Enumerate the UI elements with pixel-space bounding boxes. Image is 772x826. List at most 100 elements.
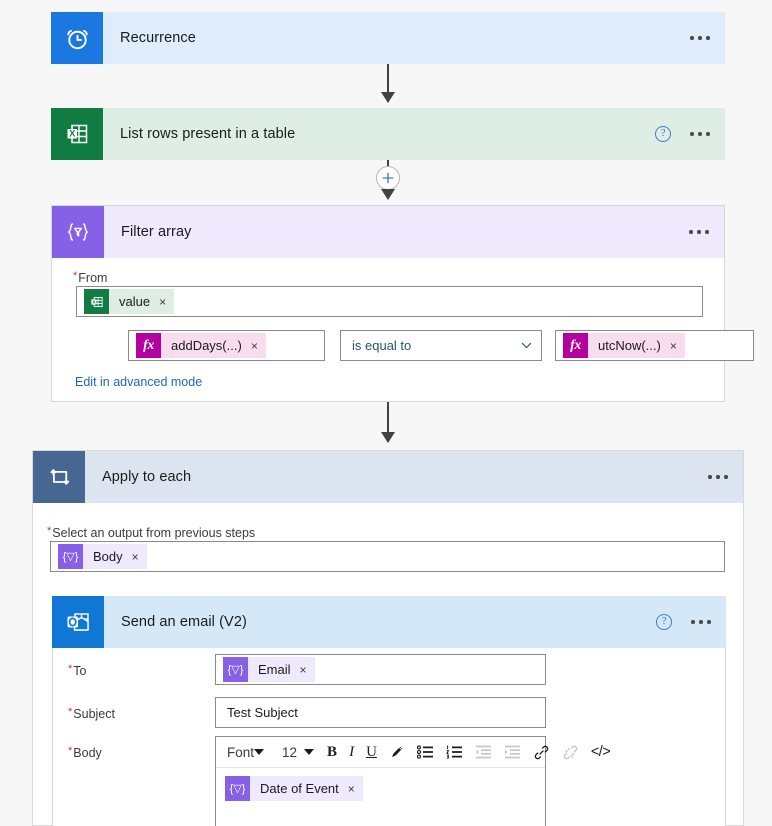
connector-arrow-1 [380,92,395,103]
token-email-label: Email [258,662,291,677]
token-date-of-event[interactable]: {▽} Date of Event × [225,776,363,801]
rich-text-toolbar: Font 12 B I U </> [216,737,611,768]
svg-text:X: X [69,128,75,138]
token-value[interactable]: X value × [84,289,175,314]
to-field-label: *To [68,663,87,678]
font-size-dropdown[interactable]: 12 [272,737,321,768]
chevron-down-icon [254,749,265,755]
insert-step-button[interactable] [376,166,400,190]
connector-arrow-2 [380,189,395,200]
chevron-down-icon [521,342,532,349]
more-options-button-send-email[interactable] [689,614,713,630]
to-input[interactable]: {▽} Email × [215,654,546,685]
step-card-send-email[interactable]: Send an email (V2) ? *To {▽} Email × *Su… [52,596,726,826]
code-view-icon[interactable]: </> [585,737,616,768]
condition-right-input[interactable]: fx utcNow(...) × [555,330,754,361]
more-options-button-list-rows[interactable] [688,126,712,142]
card-actions-filter-array [687,206,711,258]
link-icon[interactable] [527,737,556,768]
token-value-label: value [119,294,151,309]
required-asterisk-body: * [68,745,73,757]
token-value-body: value × [109,289,175,314]
token-date-of-event-label: Date of Event [260,781,339,796]
card-title-send-email: Send an email (V2) [121,614,247,630]
alarm-clock-icon [51,12,103,64]
fx-icon: fx [136,333,161,358]
braces-icon: {▽} [58,544,83,569]
card-header-list-rows[interactable]: X List rows present in a table ? [51,108,725,160]
from-field-label: *From [73,270,108,285]
help-icon-send-email[interactable]: ? [656,614,673,630]
token-remove-icon[interactable]: × [132,550,139,564]
required-asterisk-subject: * [68,706,73,718]
flow-designer-canvas: Recurrence X List rows present in a tabl… [0,0,772,826]
card-header-recurrence[interactable]: Recurrence [51,12,725,64]
chevron-down-icon [304,749,315,755]
token-email[interactable]: {▽} Email × [223,657,315,682]
card-actions-recurrence [688,12,712,64]
italic-button[interactable]: I [343,737,360,768]
fx-icon: fx [563,333,588,358]
pen-icon[interactable] [383,737,411,768]
numbered-list-icon[interactable] [440,737,469,768]
body-editor-content[interactable]: {▽} Date of Event × [216,768,545,816]
indent-decrease-icon[interactable] [469,737,498,768]
bulleted-list-icon[interactable] [411,737,440,768]
condition-left-input[interactable]: fx addDays(...) × [128,330,325,361]
card-header-apply-to-each[interactable]: Apply to each [33,451,743,503]
card-actions-list-rows: ? [655,108,712,160]
token-adddays-body: addDays(...) × [161,333,266,358]
unlink-icon[interactable] [556,737,585,768]
token-remove-icon[interactable]: × [348,782,355,796]
body-rich-text-editor[interactable]: Font 12 B I U </> {▽} Date of Event × [215,736,611,826]
select-output-input[interactable]: {▽} Body × [50,541,725,572]
card-title-apply-to-each: Apply to each [102,469,192,485]
token-body[interactable]: {▽} Body × [58,544,147,569]
token-utcnow[interactable]: fx utcNow(...) × [563,333,685,358]
excel-icon: X [84,289,109,314]
card-title-list-rows: List rows present in a table [120,126,296,142]
token-remove-icon[interactable]: × [300,663,307,677]
filter-braces-icon [52,206,104,258]
edit-advanced-mode-link[interactable]: Edit in advanced mode [75,375,202,389]
bold-button[interactable]: B [321,737,343,768]
help-icon-list-rows[interactable]: ? [655,126,672,142]
loop-icon [33,451,85,503]
from-input[interactable]: X value × [76,286,703,317]
card-actions-send-email: ? [656,596,713,648]
plus-icon [382,172,394,184]
braces-icon: {▽} [223,657,248,682]
condition-operator-dropdown[interactable]: is equal to [340,330,542,361]
token-remove-icon[interactable]: × [670,339,677,353]
token-utcnow-body: utcNow(...) × [588,333,685,358]
token-remove-icon[interactable]: × [251,339,258,353]
token-body-label-wrap: Body × [83,544,147,569]
indent-increase-icon[interactable] [498,737,527,768]
more-options-button-recurrence[interactable] [688,30,712,46]
font-family-value: Font [227,744,255,760]
more-options-button-filter-array[interactable] [687,224,711,240]
subject-input[interactable]: Test Subject [215,697,546,728]
font-family-dropdown[interactable]: Font [216,737,272,768]
font-size-value: 12 [282,744,298,760]
step-card-list-rows[interactable]: X List rows present in a table ? [51,108,725,160]
braces-icon: {▽} [225,776,250,801]
step-card-apply-to-each[interactable]: Apply to each *Select an output from pre… [32,450,744,826]
token-adddays[interactable]: fx addDays(...) × [136,333,266,358]
step-card-recurrence[interactable]: Recurrence [51,12,725,64]
step-card-filter-array[interactable]: Filter array *From X value × fx addDays(… [51,205,754,402]
connector-arrow-3 [380,432,395,443]
token-email-body: Email × [248,657,315,682]
card-header-filter-array[interactable]: Filter array [52,206,724,258]
condition-operator-value: is equal to [352,338,412,353]
card-header-send-email[interactable]: Send an email (V2) ? [52,596,726,648]
body-field-label: *Body [68,745,102,760]
token-remove-icon[interactable]: × [159,295,166,309]
excel-icon: X [51,108,103,160]
required-asterisk-from: * [73,270,78,282]
outlook-icon [52,596,104,648]
more-options-button-apply-to-each[interactable] [706,469,730,485]
token-body-label: Body [93,549,123,564]
select-output-label: *Select an output from previous steps [47,525,256,540]
underline-button[interactable]: U [360,737,383,768]
